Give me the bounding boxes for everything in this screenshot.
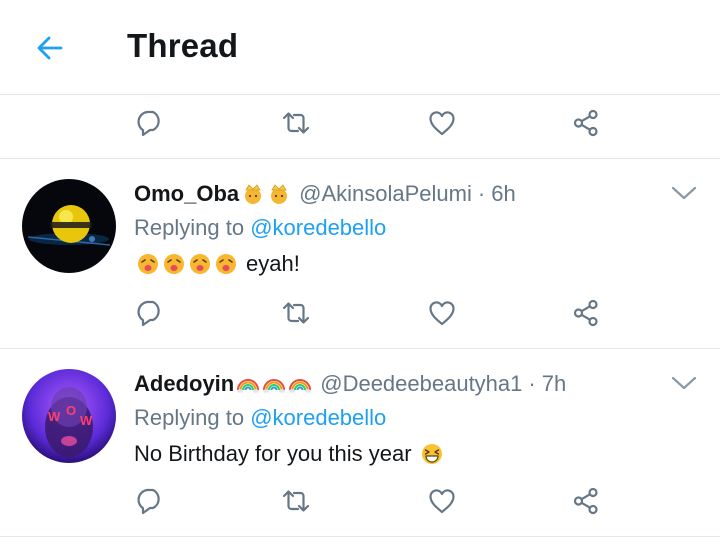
face-with-tongue-emoji — [190, 254, 210, 274]
tweet-text: eyah! — [134, 251, 300, 277]
reply-button[interactable] — [130, 481, 170, 521]
like-button[interactable] — [422, 293, 462, 333]
face-with-tongue-emoji — [216, 254, 236, 274]
share-button[interactable] — [566, 293, 606, 333]
tweet-more-button[interactable] — [670, 183, 700, 207]
tweet-actions — [0, 103, 720, 143]
display-name[interactable]: Omo_Oba — [134, 181, 239, 207]
reply-icon — [135, 108, 165, 138]
share-icon — [571, 108, 601, 138]
tweet-name-line: Omo_Oba @AkinsolaPelumi · 6h — [134, 181, 516, 207]
retweet-icon — [281, 298, 311, 328]
heart-icon — [427, 486, 457, 516]
tweet-more-button[interactable] — [670, 373, 700, 397]
tweet-item[interactable]: W O W Adedoyin @Deedeebeautyha1 · 7h Rep… — [0, 349, 720, 538]
replying-to-label: Replying to — [134, 405, 245, 430]
back-button[interactable] — [28, 26, 72, 70]
replying-to-line: Replying to @koredebello — [134, 215, 386, 241]
separator-dot: · — [528, 371, 536, 396]
like-button[interactable] — [422, 103, 462, 143]
retweet-button[interactable] — [276, 481, 316, 521]
divider — [0, 536, 720, 537]
reply-icon — [135, 486, 165, 516]
tweet-actions — [0, 293, 720, 333]
retweet-button[interactable] — [276, 293, 316, 333]
arrow-left-icon — [37, 36, 63, 60]
rainbow-emoji — [263, 379, 286, 393]
tweet-name-line: Adedoyin @Deedeebeautyha1 · 7h — [134, 371, 566, 397]
thread-header: Thread — [0, 0, 720, 95]
separator-dot: · — [477, 181, 486, 206]
reply-button[interactable] — [130, 293, 170, 333]
retweet-icon — [281, 486, 311, 516]
tweet-time[interactable]: 7h — [542, 371, 566, 397]
tweet-time[interactable]: 6h — [491, 181, 515, 207]
svg-text:W: W — [48, 409, 61, 424]
princess-emoji — [271, 184, 288, 204]
share-icon — [571, 298, 601, 328]
face-with-tongue-emoji — [164, 254, 184, 274]
user-handle[interactable]: @AkinsolaPelumi — [299, 181, 472, 207]
heart-icon — [427, 108, 457, 138]
reply-icon — [135, 298, 165, 328]
tweet-body-text: eyah! — [246, 251, 300, 276]
rainbow-emoji — [237, 379, 260, 393]
display-name[interactable]: Adedoyin — [134, 371, 234, 397]
like-button[interactable] — [422, 481, 462, 521]
svg-text:O: O — [66, 403, 76, 418]
reply-button[interactable] — [130, 103, 170, 143]
page-title: Thread — [127, 27, 239, 64]
face-with-tongue-emoji — [138, 254, 158, 274]
svg-text:W: W — [80, 413, 93, 428]
retweet-button[interactable] — [276, 103, 316, 143]
share-button[interactable] — [566, 103, 606, 143]
user-handle[interactable]: @Deedeebeautyha1 — [320, 371, 522, 397]
retweet-icon — [281, 108, 311, 138]
replying-to-label: Replying to — [134, 215, 245, 240]
share-icon — [571, 486, 601, 516]
chevron-down-icon — [671, 376, 697, 390]
chevron-down-icon — [671, 186, 697, 200]
tweet-item[interactable]: Omo_Oba @AkinsolaPelumi · 6h Replying to… — [0, 159, 720, 348]
mention-link[interactable]: @koredebello — [250, 405, 386, 430]
avatar[interactable]: W O W — [22, 369, 116, 463]
grinning-squinting-face-emoji — [421, 444, 442, 464]
tweet-body-text: No Birthday for you this year — [134, 441, 412, 466]
heart-icon — [427, 298, 457, 328]
tweet-text: No Birthday for you this year — [134, 441, 444, 467]
avatar[interactable] — [22, 179, 116, 273]
tweet-actions — [0, 481, 720, 521]
mention-link[interactable]: @koredebello — [250, 215, 386, 240]
replying-to-line: Replying to @koredebello — [134, 405, 386, 431]
princess-emoji — [245, 184, 262, 204]
rainbow-emoji — [289, 379, 312, 393]
share-button[interactable] — [566, 481, 606, 521]
